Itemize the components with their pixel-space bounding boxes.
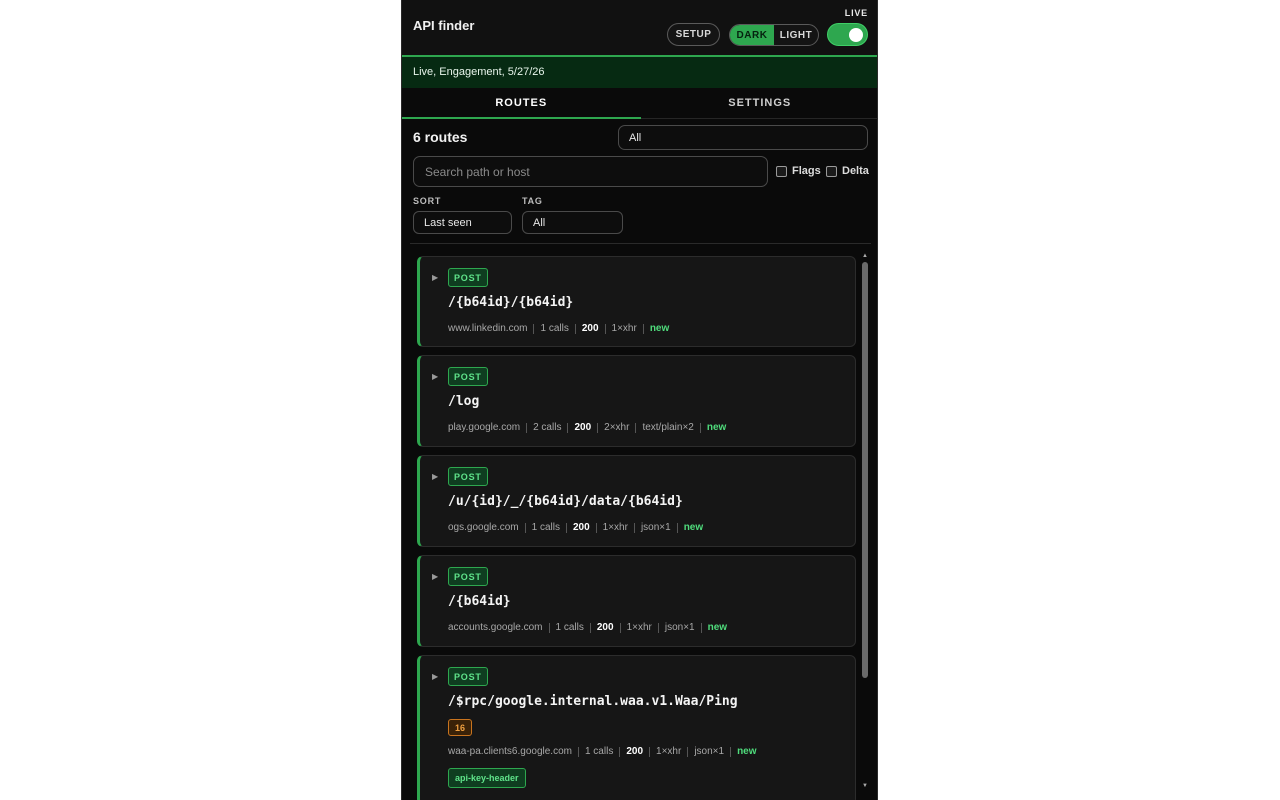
method-badge: POST xyxy=(448,268,488,287)
route-list-scrollbar[interactable]: ▲ ▼ xyxy=(861,252,869,790)
route-new-flag: new xyxy=(706,422,727,433)
route-meta: accounts.google.com 1 calls 200 1×xhr js… xyxy=(448,622,727,633)
theme-dark-button[interactable]: DARK xyxy=(730,25,774,45)
route-host: www.linkedin.com xyxy=(448,323,528,334)
scroll-up-icon[interactable]: ▲ xyxy=(861,252,869,260)
expand-caret-icon[interactable]: ▶ xyxy=(432,273,438,282)
tag-select-value: All xyxy=(533,216,546,229)
scope-select-value: All xyxy=(629,131,642,144)
divider xyxy=(410,243,871,244)
toggle-knob xyxy=(849,28,863,42)
tab-settings[interactable]: SETTINGS xyxy=(641,88,878,118)
route-host: waa-pa.clients6.google.com xyxy=(448,746,572,757)
delta-label: Delta xyxy=(842,165,869,177)
delta-checkbox-box[interactable] xyxy=(826,165,837,177)
route-status-code: 200 xyxy=(572,522,590,533)
route-count: 6 routes xyxy=(413,129,468,145)
flags-checkbox[interactable]: Flags xyxy=(776,165,821,177)
count-badge: 16 xyxy=(448,719,473,736)
route-content-type: json×1 xyxy=(694,746,725,757)
route-path: /log xyxy=(448,394,480,409)
route-host: play.google.com xyxy=(448,422,521,433)
route-card[interactable]: ▶ POST /log play.google.com 2 calls 200 … xyxy=(417,355,856,447)
route-new-flag: new xyxy=(649,323,670,334)
sort-label: SORT xyxy=(413,196,442,206)
theme-switch: DARK LIGHT xyxy=(729,24,819,46)
route-status-code: 200 xyxy=(626,746,644,757)
scope-select[interactable]: All xyxy=(618,125,868,150)
tag-select[interactable]: All xyxy=(522,211,623,234)
tab-routes[interactable]: ROUTES xyxy=(402,88,641,119)
flags-checkbox-box[interactable] xyxy=(776,165,787,177)
search-input[interactable] xyxy=(413,156,768,187)
route-meta: ogs.google.com 1 calls 200 1×xhr json×1 … xyxy=(448,522,703,533)
route-path: /{b64id}/{b64id} xyxy=(448,295,574,310)
expand-caret-icon[interactable]: ▶ xyxy=(432,372,438,381)
route-calls: 1 calls xyxy=(584,746,614,757)
live-toggle[interactable] xyxy=(827,23,868,46)
route-path: /u/{id}/_/{b64id}/data/{b64id} xyxy=(448,494,683,509)
route-content-type: json×1 xyxy=(664,622,695,633)
sort-select[interactable]: Last seen xyxy=(413,211,512,234)
route-host: ogs.google.com xyxy=(448,522,519,533)
route-calls: 1 calls xyxy=(555,622,584,633)
flags-label: Flags xyxy=(792,165,821,177)
route-path: /{b64id} xyxy=(448,594,511,609)
method-badge: POST xyxy=(448,567,488,586)
route-card[interactable]: ▶ POST /{b64id} accounts.google.com 1 ca… xyxy=(417,555,856,647)
setup-button[interactable]: SETUP xyxy=(667,23,720,46)
route-new-flag: new xyxy=(683,522,704,533)
method-badge: POST xyxy=(448,367,488,386)
route-card[interactable]: ▶ POST /$rpc/google.internal.waa.v1.Waa/… xyxy=(417,655,856,800)
route-path: /$rpc/google.internal.waa.v1.Waa/Ping xyxy=(448,694,738,709)
route-meta: www.linkedin.com 1 calls 200 1×xhr new xyxy=(448,323,669,334)
route-card[interactable]: ▶ POST /{b64id}/{b64id} www.linkedin.com… xyxy=(417,256,856,347)
live-label: LIVE xyxy=(844,8,868,18)
route-calls: 1 calls xyxy=(531,522,560,533)
route-content-type: json×1 xyxy=(640,522,671,533)
header: API finder SETUP DARK LIGHT LIVE xyxy=(402,0,877,55)
scroll-down-icon[interactable]: ▼ xyxy=(861,782,869,790)
route-status-code: 200 xyxy=(596,622,614,633)
route-tag-chip[interactable]: api-key-header xyxy=(448,768,526,788)
expand-caret-icon[interactable]: ▶ xyxy=(432,472,438,481)
tab-bar: ROUTES SETTINGS xyxy=(402,88,878,119)
route-list: ▶ POST /{b64id}/{b64id} www.linkedin.com… xyxy=(412,249,861,800)
method-badge: POST xyxy=(448,667,488,686)
route-status-code: 200 xyxy=(574,422,592,433)
route-meta: waa-pa.clients6.google.com 1 calls 200 1… xyxy=(448,746,757,757)
route-status-code: 200 xyxy=(581,323,599,334)
tag-label: TAG xyxy=(522,196,543,206)
api-finder-panel: API finder SETUP DARK LIGHT LIVE Live, E… xyxy=(401,0,878,800)
route-meta: play.google.com 2 calls 200 2×xhr text/p… xyxy=(448,422,726,433)
route-new-flag: new xyxy=(707,622,728,633)
delta-checkbox[interactable]: Delta xyxy=(826,165,869,177)
sort-select-value: Last seen xyxy=(424,216,472,229)
route-xhr: 2×xhr xyxy=(604,422,630,433)
route-calls: 1 calls xyxy=(540,323,569,334)
route-content-type: text/plain×2 xyxy=(642,422,694,433)
scrollbar-thumb[interactable] xyxy=(862,262,868,678)
status-bar: Live, Engagement, 5/27/26 xyxy=(402,55,877,88)
route-calls: 2 calls xyxy=(533,422,562,433)
method-badge: POST xyxy=(448,467,488,486)
route-xhr: 1×xhr xyxy=(611,323,637,334)
route-host: accounts.google.com xyxy=(448,622,543,633)
app-title: API finder xyxy=(413,18,475,33)
route-card[interactable]: ▶ POST /u/{id}/_/{b64id}/data/{b64id} og… xyxy=(417,455,856,547)
theme-light-button[interactable]: LIGHT xyxy=(774,25,818,45)
route-new-flag: new xyxy=(737,746,757,757)
route-xhr: 1×xhr xyxy=(626,622,652,633)
route-xhr: 1×xhr xyxy=(602,522,628,533)
expand-caret-icon[interactable]: ▶ xyxy=(432,672,438,681)
expand-caret-icon[interactable]: ▶ xyxy=(432,572,438,581)
route-xhr: 1×xhr xyxy=(656,746,682,757)
